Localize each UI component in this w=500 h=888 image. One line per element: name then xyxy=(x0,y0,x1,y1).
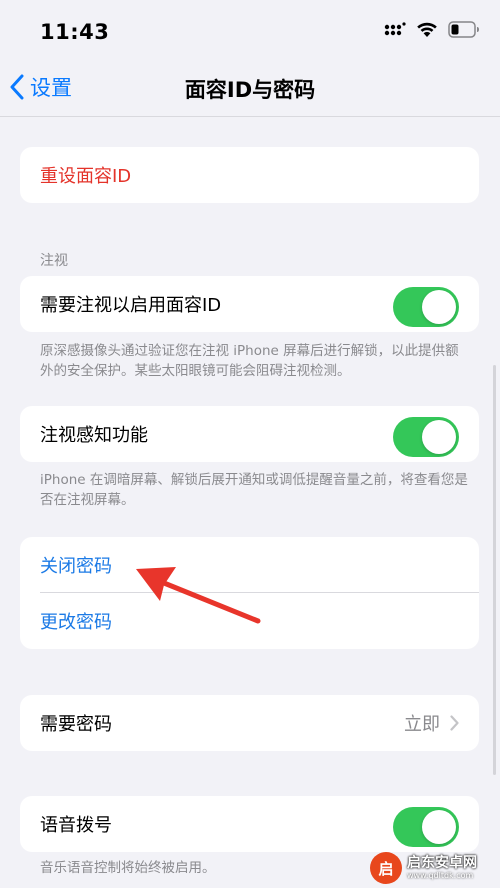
scroll-indicator xyxy=(493,365,496,775)
watermark-url: www.qdltdk.com xyxy=(407,871,474,880)
navigation-bar: 设置 面容ID与密码 xyxy=(0,60,500,117)
status-icons xyxy=(384,21,480,38)
attention-aware-footer: iPhone 在调暗屏幕、解锁后展开通知或调低提醒音量之前，将查看您是否在注视屏… xyxy=(40,472,468,508)
page-title: 面容ID与密码 xyxy=(184,78,316,102)
attention-aware-row: 注视感知功能 xyxy=(20,406,479,462)
change-passcode-label: 更改密码 xyxy=(40,612,112,633)
attention-aware-toggle[interactable] xyxy=(393,417,459,457)
watermark: 启 启东安卓网 www.qdltdk.com xyxy=(370,852,477,884)
require-attention-row: 需要注视以启用面容ID xyxy=(20,276,479,332)
require-passcode-label: 需要密码 xyxy=(40,714,112,735)
chevron-right-icon xyxy=(450,715,459,731)
battery-icon xyxy=(448,21,479,38)
toggle-knob xyxy=(422,810,456,844)
turn-off-passcode-label: 关闭密码 xyxy=(40,556,112,577)
voice-dial-label: 语音拨号 xyxy=(40,815,112,836)
watermark-name: 启东安卓网 xyxy=(407,855,477,871)
watermark-text: 启东安卓网 www.qdltdk.com xyxy=(407,856,477,880)
require-passcode-detail: 立即 xyxy=(404,695,459,751)
require-passcode-value: 立即 xyxy=(404,714,440,735)
annotation-arrow-icon xyxy=(136,567,261,624)
voice-dial-row: 语音拨号 xyxy=(20,796,479,852)
require-attention-toggle[interactable] xyxy=(393,287,459,327)
require-attention-footer: 原深感摄像头通过验证您在注视 iPhone 屏幕后进行解锁，以此提供额外的安全保… xyxy=(40,343,459,379)
toggle-knob xyxy=(422,290,456,324)
voice-dial-toggle[interactable] xyxy=(393,807,459,847)
require-passcode-group: 需要密码 立即 xyxy=(20,695,479,751)
require-attention-label: 需要注视以启用面容ID xyxy=(40,295,222,316)
attention-section-header: 注视 xyxy=(40,253,68,269)
attention-aware-label: 注视感知功能 xyxy=(40,425,148,446)
voice-dial-group: 语音拨号 xyxy=(20,796,479,852)
require-attention-group: 需要注视以启用面容ID xyxy=(20,276,479,332)
wifi-icon xyxy=(417,22,437,37)
watermark-logo: 启 xyxy=(370,852,402,884)
toggle-knob xyxy=(422,420,456,454)
reset-face-id-row[interactable]: 重设面容ID xyxy=(20,147,479,203)
status-bar: 11:43 xyxy=(0,0,500,60)
require-passcode-row[interactable]: 需要密码 立即 xyxy=(20,695,479,751)
reset-face-id-group: 重设面容ID xyxy=(20,147,479,203)
reset-face-id-label: 重设面容ID xyxy=(40,166,132,187)
cellular-signal-icon xyxy=(384,21,406,35)
status-time: 11:43 xyxy=(40,20,110,44)
attention-aware-group: 注视感知功能 xyxy=(20,406,479,462)
